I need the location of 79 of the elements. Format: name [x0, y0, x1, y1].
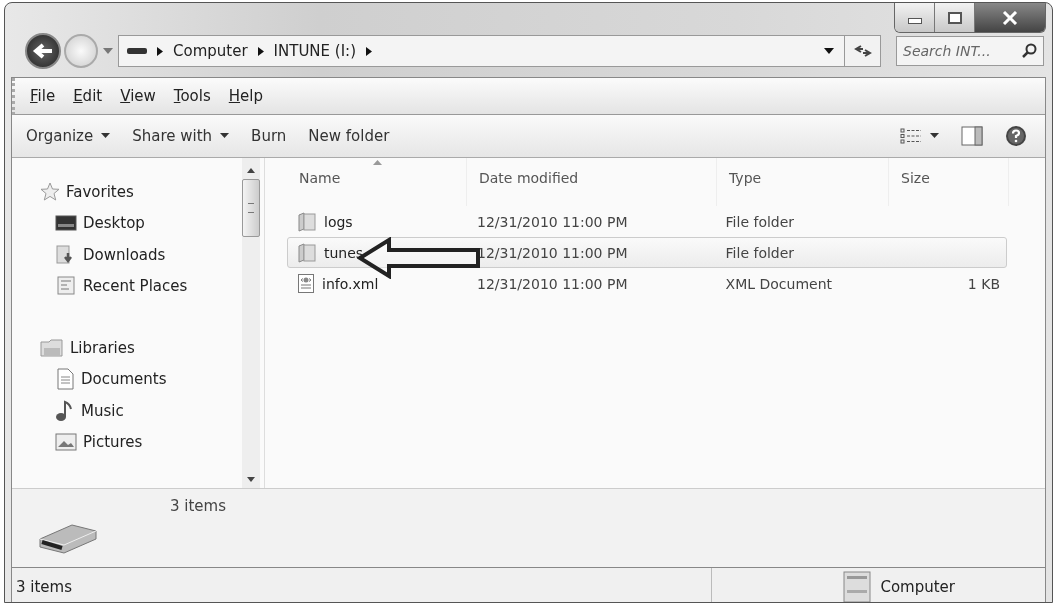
status-item-count: 3 items	[15, 578, 72, 596]
nav-group-item[interactable]: Libraries	[40, 332, 242, 364]
menu-item[interactable]: Tools	[166, 85, 218, 107]
nav-group-label: Libraries	[70, 338, 135, 357]
back-arrow-icon	[32, 42, 54, 60]
search-field[interactable]: Search INT...	[896, 36, 1044, 66]
nav-item[interactable]: Downloads	[40, 239, 242, 271]
date-cell-text: 12/31/2010 11:00 PM	[476, 275, 629, 292]
chevron-icon[interactable]	[157, 46, 163, 56]
size-cell: 1 KB	[967, 275, 1000, 292]
nav-item[interactable]: Documents	[40, 363, 242, 395]
minimize-button[interactable]	[895, 3, 935, 32]
file-name: logs	[324, 213, 353, 230]
removable-drive-icon	[36, 521, 100, 555]
menu-item[interactable]: Help	[221, 85, 270, 107]
toolbar-button[interactable]: Organize	[26, 125, 119, 147]
breadcrumb[interactable]: INTUNE (I:)	[273, 42, 356, 60]
column-header[interactable]: Type	[717, 158, 889, 206]
date-cell-text: 12/31/2010 11:00 PM	[476, 213, 629, 230]
type-cell-text: File folder	[724, 244, 796, 261]
column-header[interactable]: Date modified	[467, 158, 717, 206]
star-icon	[40, 182, 60, 202]
desktop-icon	[55, 215, 77, 232]
nav-item[interactable]: Recent Places	[40, 270, 242, 302]
item-count: 3 items	[170, 497, 226, 515]
scroll-up-icon[interactable]	[247, 168, 255, 173]
refresh-icon	[853, 43, 872, 59]
nav-item-label: Documents	[81, 370, 167, 389]
chevron-icon[interactable]	[257, 46, 264, 56]
music-note-icon	[55, 399, 75, 422]
nav-item-label: Pictures	[83, 433, 143, 452]
menu-item[interactable]: Edit	[66, 85, 110, 107]
nav-group-label: Favorites	[66, 182, 134, 201]
nav-item[interactable]: Pictures	[40, 426, 242, 458]
type-cell-text: File folder	[724, 213, 796, 230]
folder-icon	[298, 211, 316, 232]
nav-item-label: Desktop	[83, 214, 145, 233]
column-header[interactable]: Size	[889, 158, 1009, 206]
chevron-icon[interactable]	[366, 46, 372, 56]
recent-pages-dropdown-icon[interactable]	[103, 47, 113, 55]
menu-item[interactable]: File	[23, 85, 63, 107]
picture-icon	[55, 433, 77, 452]
close-icon	[1002, 10, 1018, 25]
toolbar-button[interactable]: Share with	[132, 125, 238, 147]
xml-file-icon	[298, 274, 314, 293]
scroll-down-icon[interactable]	[247, 477, 255, 482]
menu-item[interactable]: View	[113, 85, 163, 107]
nav-item-label: Recent Places	[83, 277, 188, 296]
nav-item-label: Music	[81, 401, 124, 420]
search-icon	[1021, 43, 1037, 59]
nav-group-item[interactable]: Favorites	[40, 176, 242, 208]
scroll-thumb[interactable]	[242, 179, 260, 237]
nav-item[interactable]: Desktop	[40, 207, 242, 239]
history-dropdown-icon[interactable]	[824, 47, 834, 55]
file-row[interactable]: info.xml 12/31/2010 11:00 PM XML Document 1 KB	[287, 268, 1007, 299]
file-name: info.xml	[322, 275, 379, 292]
libraries-icon	[40, 337, 64, 358]
scrollbar[interactable]	[242, 158, 260, 488]
toolbar-button[interactable]: New folder	[308, 125, 398, 147]
column-header[interactable]: Name	[287, 158, 467, 206]
file-name: tunes	[324, 244, 364, 261]
caret-icon	[930, 133, 939, 139]
nav-item[interactable]: Music	[40, 395, 242, 427]
recent-places-icon	[55, 276, 77, 297]
toolbar-button[interactable]: Burn	[251, 125, 295, 147]
folder-icon	[298, 242, 316, 263]
date-cell-text: 12/31/2010 11:00 PM	[476, 244, 629, 261]
close-button[interactable]	[975, 3, 1045, 32]
back-button[interactable]	[25, 33, 61, 69]
status-location: Computer	[880, 578, 955, 596]
address-bar[interactable]: Computer INTUNE (I:)	[118, 35, 881, 67]
document-icon	[55, 368, 75, 391]
type-cell-text: XML Document	[724, 275, 834, 292]
file-row[interactable]: tunes 12/31/2010 11:00 PM File folder	[287, 237, 1007, 268]
file-row[interactable]: logs 12/31/2010 11:00 PM File folder	[287, 206, 1007, 237]
nav-item-label: Downloads	[83, 245, 166, 264]
maximize-button[interactable]	[935, 3, 975, 32]
breadcrumb[interactable]: Computer	[173, 42, 248, 60]
drive-icon	[127, 47, 147, 55]
